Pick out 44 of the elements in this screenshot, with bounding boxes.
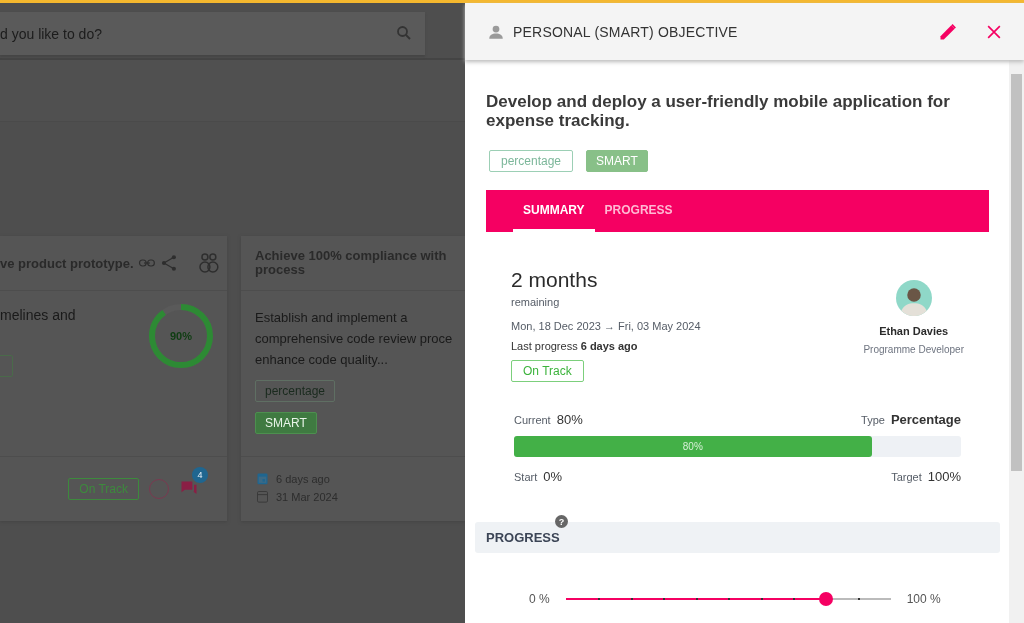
slider-thumb[interactable] xyxy=(818,592,833,606)
tag-chip: percentage xyxy=(255,380,336,402)
tag-chip: percentage xyxy=(489,150,574,172)
section-title: PROGRESS xyxy=(486,530,560,545)
remaining-label: remaining xyxy=(511,296,561,308)
current-value: 80% xyxy=(556,412,583,427)
card-description: melines and xyxy=(0,306,77,325)
search-icon[interactable] xyxy=(395,24,413,42)
start-label: Start xyxy=(514,471,538,483)
type-label: Type xyxy=(861,414,885,426)
scrollbar[interactable] xyxy=(1009,60,1024,623)
search-field[interactable]: d you like to do? xyxy=(0,12,425,55)
calendar-icon xyxy=(255,471,270,486)
progress-ring: 90% xyxy=(148,303,214,369)
people-icon[interactable] xyxy=(197,251,221,275)
type-value: Percentage xyxy=(890,412,961,427)
owner-role: Programme Developer xyxy=(863,344,964,355)
slider-min-label: 0 % xyxy=(529,592,550,606)
tab[interactable]: SUMMARY xyxy=(513,190,595,232)
slider-max-label: 100 % xyxy=(906,592,941,606)
owner-name: Ethan Davies xyxy=(879,325,949,337)
pencil-icon xyxy=(938,21,958,42)
tag-chip: SMART xyxy=(586,150,648,172)
tab[interactable]: PROGRESS xyxy=(594,190,683,232)
last-progress-text: Last progress 6 days ago xyxy=(511,340,639,352)
status-tag: On Track xyxy=(511,360,584,382)
count-badge: 4 xyxy=(192,467,208,483)
start-value: 0% xyxy=(543,469,563,484)
edit-button[interactable] xyxy=(938,21,958,42)
calendar-icon xyxy=(255,489,270,504)
card-description: Establish and implement a xyxy=(255,309,409,327)
target-value: 100% xyxy=(927,469,961,484)
card-description: comprehensive code review proce xyxy=(255,330,454,348)
duration-text: 2 months xyxy=(511,268,599,292)
tag-chip: SMART xyxy=(255,412,317,434)
current-label: Current xyxy=(514,414,551,426)
help-icon[interactable]: ? xyxy=(555,515,568,528)
panel-title: PERSONAL (SMART) OBJECTIVE xyxy=(513,23,739,40)
card-description: enhance code quality... xyxy=(255,351,389,369)
date-range: Mon, 18 Dec 2023 → Fri, 03 May 2024 xyxy=(511,320,701,332)
progress-fill: 80% xyxy=(514,436,872,457)
objective-title: Develop and deploy a user-friendly mobile application for expense tracking. xyxy=(486,92,951,130)
avatar-icon xyxy=(895,280,932,316)
target-label: Target xyxy=(891,471,922,483)
